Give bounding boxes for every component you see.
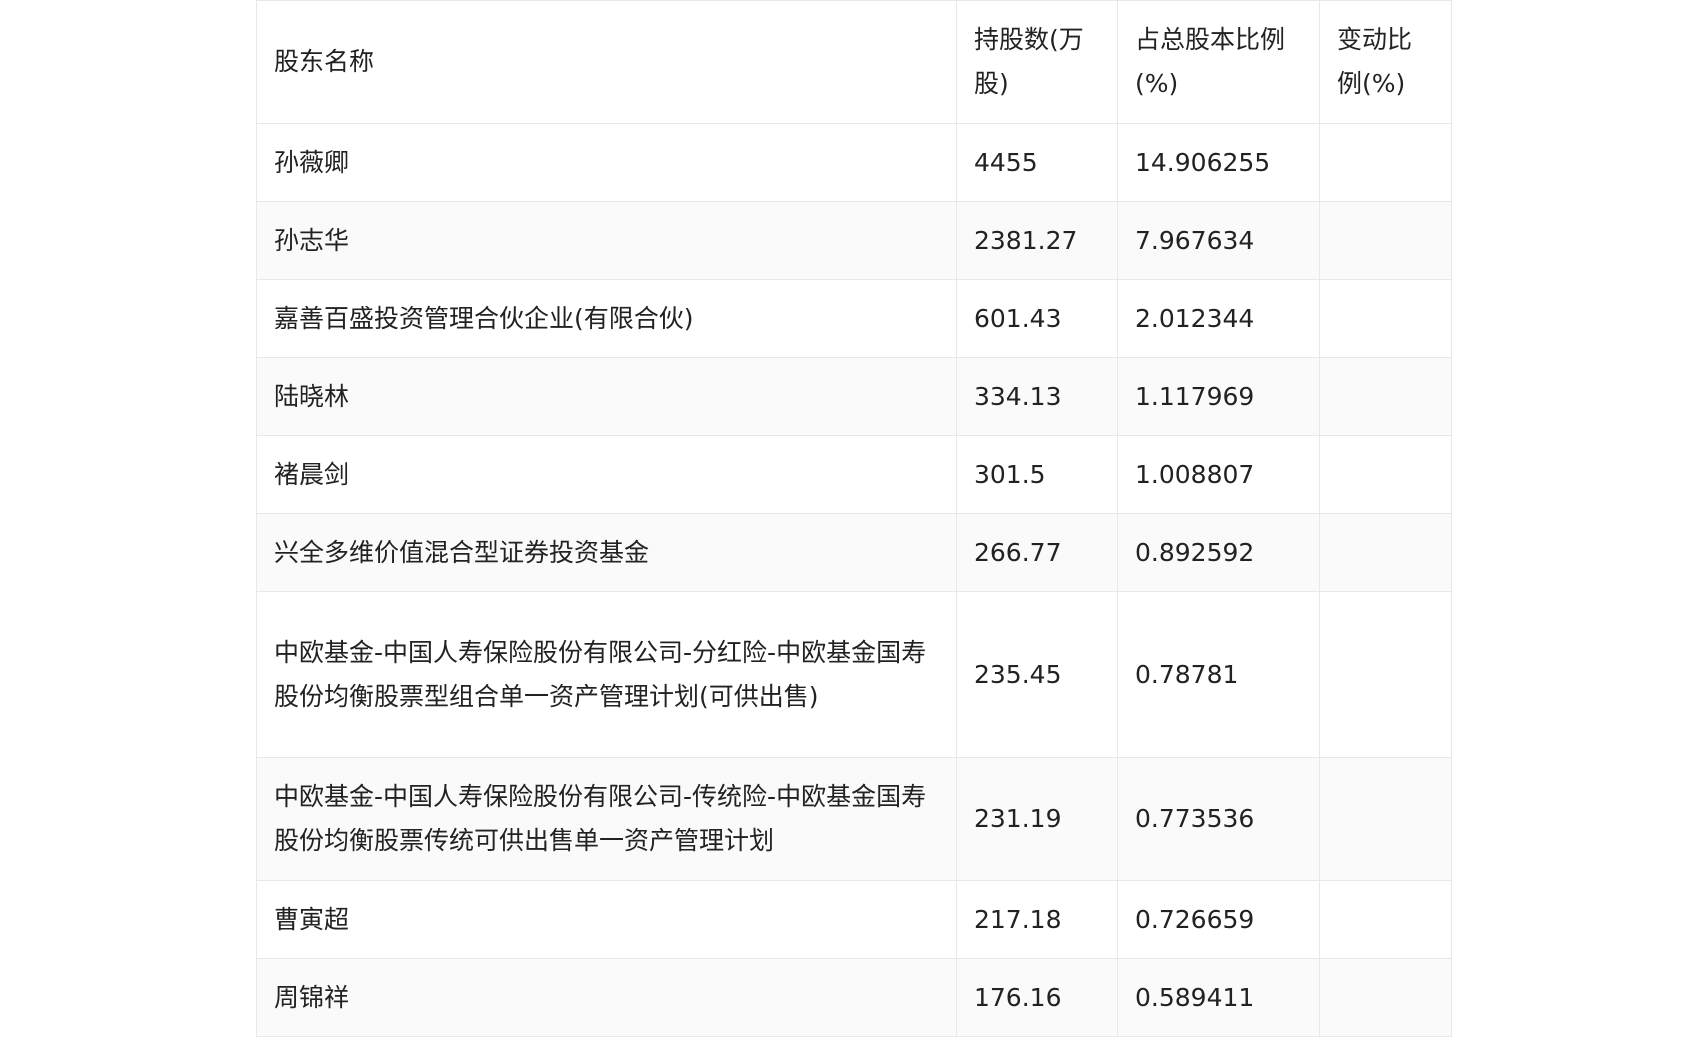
cell-change xyxy=(1319,123,1452,202)
cell-ratio: 0.589411 xyxy=(1117,958,1320,1037)
cell-name: 陆晓林 xyxy=(256,357,957,436)
cell-shares: 2381.27 xyxy=(956,201,1118,280)
cell-shares: 4455 xyxy=(956,123,1118,202)
header-shares: 持股数(万股) xyxy=(956,0,1118,124)
table-row: 兴全多维价值混合型证券投资基金 266.77 0.892592 xyxy=(256,513,1452,592)
cell-ratio: 2.012344 xyxy=(1117,279,1320,358)
cell-name: 中欧基金-中国人寿保险股份有限公司-传统险-中欧基金国寿股份均衡股票传统可供出售… xyxy=(256,757,957,881)
table-row: 周锦祥 176.16 0.589411 xyxy=(256,958,1452,1037)
cell-name: 嘉善百盛投资管理合伙企业(有限合伙) xyxy=(256,279,957,358)
header-shareholder-name: 股东名称 xyxy=(256,0,957,124)
cell-shares: 231.19 xyxy=(956,757,1118,881)
cell-ratio: 0.773536 xyxy=(1117,757,1320,881)
cell-change xyxy=(1319,357,1452,436)
cell-ratio: 7.967634 xyxy=(1117,201,1320,280)
cell-name: 中欧基金-中国人寿保险股份有限公司-分红险-中欧基金国寿股份均衡股票型组合单一资… xyxy=(256,591,957,758)
cell-change xyxy=(1319,513,1452,592)
cell-shares: 601.43 xyxy=(956,279,1118,358)
cell-change xyxy=(1319,958,1452,1037)
table-row: 曹寅超 217.18 0.726659 xyxy=(256,880,1452,959)
table-header-row: 股东名称 持股数(万股) 占总股本比例(%) 变动比例(%) xyxy=(256,0,1452,124)
cell-change xyxy=(1319,591,1452,758)
cell-shares: 176.16 xyxy=(956,958,1118,1037)
cell-shares: 266.77 xyxy=(956,513,1118,592)
table-row: 中欧基金-中国人寿保险股份有限公司-传统险-中欧基金国寿股份均衡股票传统可供出售… xyxy=(256,757,1452,881)
table-row: 褚晨剑 301.5 1.008807 xyxy=(256,435,1452,514)
cell-name: 周锦祥 xyxy=(256,958,957,1037)
cell-ratio: 0.892592 xyxy=(1117,513,1320,592)
table-row: 中欧基金-中国人寿保险股份有限公司-分红险-中欧基金国寿股份均衡股票型组合单一资… xyxy=(256,591,1452,758)
cell-name: 孙志华 xyxy=(256,201,957,280)
table-row: 孙志华 2381.27 7.967634 xyxy=(256,201,1452,280)
cell-ratio: 1.117969 xyxy=(1117,357,1320,436)
cell-ratio: 14.906255 xyxy=(1117,123,1320,202)
shareholder-table-container: 股东名称 持股数(万股) 占总股本比例(%) 变动比例(%) 孙薇卿 4455 … xyxy=(256,0,1452,1037)
header-share-ratio: 占总股本比例(%) xyxy=(1117,0,1320,124)
header-change-ratio: 变动比例(%) xyxy=(1319,0,1452,124)
cell-ratio: 0.726659 xyxy=(1117,880,1320,959)
cell-shares: 217.18 xyxy=(956,880,1118,959)
cell-name: 曹寅超 xyxy=(256,880,957,959)
cell-shares: 301.5 xyxy=(956,435,1118,514)
cell-shares: 334.13 xyxy=(956,357,1118,436)
cell-name: 孙薇卿 xyxy=(256,123,957,202)
table-row: 嘉善百盛投资管理合伙企业(有限合伙) 601.43 2.012344 xyxy=(256,279,1452,358)
cell-change xyxy=(1319,201,1452,280)
cell-name: 兴全多维价值混合型证券投资基金 xyxy=(256,513,957,592)
shareholder-table: 股东名称 持股数(万股) 占总股本比例(%) 变动比例(%) 孙薇卿 4455 … xyxy=(256,0,1452,1037)
cell-change xyxy=(1319,880,1452,959)
cell-change xyxy=(1319,757,1452,881)
cell-name: 褚晨剑 xyxy=(256,435,957,514)
cell-change xyxy=(1319,279,1452,358)
table-row: 孙薇卿 4455 14.906255 xyxy=(256,123,1452,202)
cell-shares: 235.45 xyxy=(956,591,1118,758)
cell-ratio: 0.78781 xyxy=(1117,591,1320,758)
cell-change xyxy=(1319,435,1452,514)
table-row: 陆晓林 334.13 1.117969 xyxy=(256,357,1452,436)
cell-ratio: 1.008807 xyxy=(1117,435,1320,514)
